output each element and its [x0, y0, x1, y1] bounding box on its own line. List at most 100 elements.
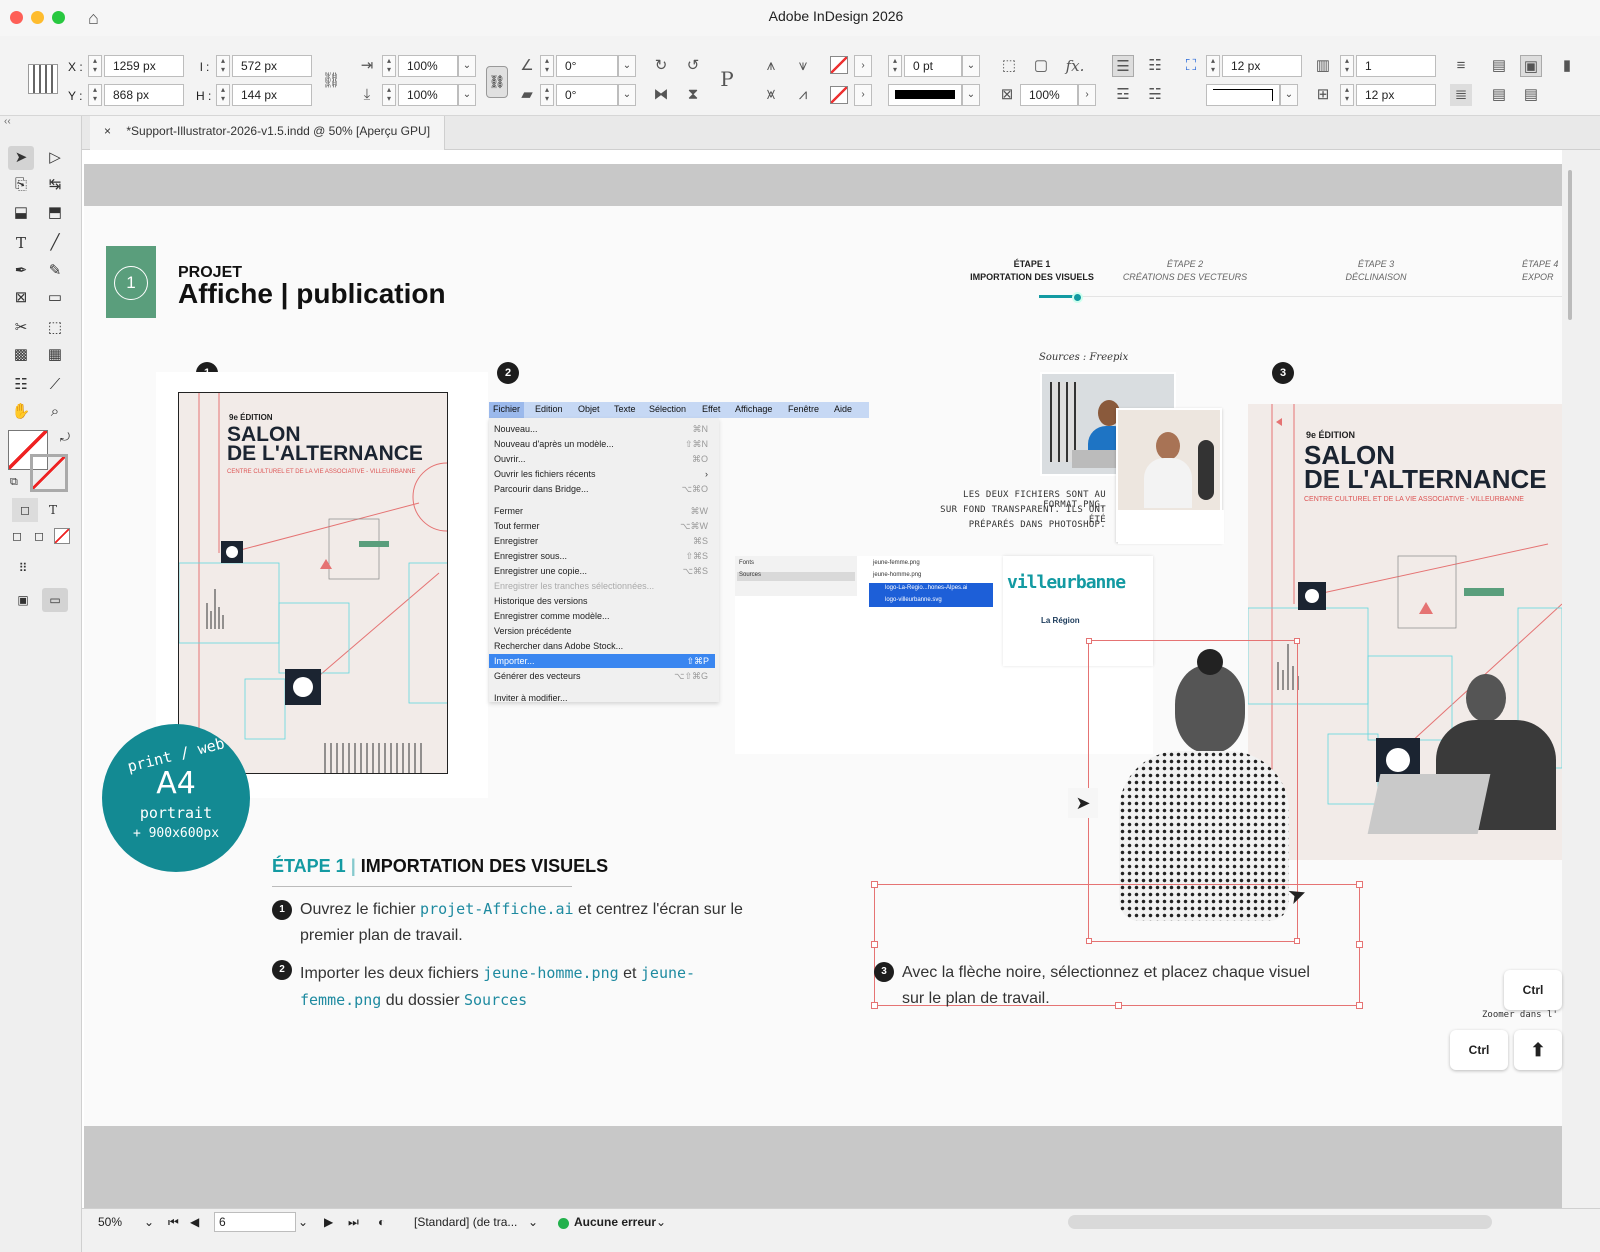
- shear-field[interactable]: 0°: [556, 84, 618, 106]
- default-colors-icon[interactable]: ⧉: [10, 476, 18, 489]
- fill-swatch-icon[interactable]: [830, 56, 848, 74]
- shear-dropdown[interactable]: ⌄: [618, 84, 636, 106]
- text-wrap-bbox-icon[interactable]: ☷: [1144, 55, 1166, 77]
- gutter-spinner[interactable]: ▴ ▾: [1340, 84, 1354, 106]
- apply-none-icon[interactable]: [54, 528, 70, 544]
- preflight-profile[interactable]: [Standard] (de tra...: [414, 1212, 517, 1232]
- pen-tool-icon[interactable]: ✒: [8, 259, 34, 283]
- x-field[interactable]: 1259 px: [104, 55, 184, 77]
- y-spinner[interactable]: ▴ ▾: [88, 84, 102, 106]
- corner-shape-field[interactable]: [1206, 84, 1280, 106]
- stroke-weight-field[interactable]: 0 pt: [904, 55, 962, 77]
- drop-shadow-icon[interactable]: ▢: [1030, 55, 1052, 77]
- effects-fx-icon[interactable]: fx.: [1064, 55, 1086, 77]
- rotate-ccw-icon[interactable]: ↺: [682, 55, 704, 77]
- constrain-scale-icon[interactable]: ⛓: [486, 66, 508, 98]
- free-transform-tool-icon[interactable]: ⬚: [42, 316, 68, 340]
- select-previous-icon[interactable]: ⩛: [792, 55, 814, 77]
- document-tab[interactable]: × *Support-Illustrator-2026-v1.5.indd @ …: [90, 116, 446, 150]
- horizontal-scrollbar[interactable]: [1068, 1215, 1492, 1229]
- hand-tool-icon[interactable]: ✋: [8, 400, 34, 424]
- vertical-scrollbar[interactable]: [1562, 150, 1600, 1208]
- shear-spinner[interactable]: ▴ ▾: [540, 84, 554, 106]
- frame-fitting-icon[interactable]: ⬚: [998, 55, 1020, 77]
- text-wrap-none-icon[interactable]: ☰: [1112, 55, 1134, 77]
- scale-x-dropdown[interactable]: ⌄: [458, 55, 476, 77]
- gradient-feather-tool-icon[interactable]: ▦: [42, 343, 68, 367]
- type-tool-icon[interactable]: T: [8, 231, 34, 255]
- stroke-weight-dropdown[interactable]: ⌄: [962, 55, 980, 77]
- scissors-tool-icon[interactable]: ✂: [8, 316, 34, 340]
- swap-colors-icon[interactable]: ⤾: [60, 430, 70, 445]
- align-bottom-icon[interactable]: ▤: [1488, 84, 1510, 106]
- angle-field[interactable]: 0°: [556, 55, 618, 77]
- error-status[interactable]: Aucune erreur: [574, 1212, 656, 1232]
- gap1-field[interactable]: 12 px: [1222, 55, 1302, 77]
- vertical-justify-icon[interactable]: ≣: [1450, 84, 1472, 106]
- height-spinner[interactable]: ▴ ▾: [216, 84, 230, 106]
- height-field[interactable]: 144 px: [232, 84, 312, 106]
- eyedropper-tool-icon[interactable]: ⟋: [42, 373, 68, 397]
- align-center-icon[interactable]: ▣: [1520, 55, 1542, 77]
- preflight-icon[interactable]: ◐: [378, 1212, 385, 1232]
- select-next-icon[interactable]: ⩘: [792, 84, 814, 106]
- normal-mode-icon[interactable]: ▣: [10, 588, 36, 612]
- poster-left[interactable]: 9e ÉDITION SALON DE L'ALTERNANCE CENTRE …: [178, 392, 448, 774]
- align-top-icon[interactable]: ▤: [1488, 55, 1510, 77]
- align-justify-vertical-icon[interactable]: ▤: [1520, 84, 1542, 106]
- note-tool-icon[interactable]: ☷: [8, 373, 34, 397]
- gradient-swatch-tool-icon[interactable]: ▩: [8, 343, 34, 367]
- reference-point-icon[interactable]: [28, 64, 58, 94]
- rectangle-tool-icon[interactable]: ▭: [42, 286, 68, 310]
- formatting-container-icon[interactable]: ◻: [12, 498, 38, 522]
- close-tab-icon[interactable]: ×: [104, 124, 111, 138]
- scale-x-spinner[interactable]: ▴ ▾: [382, 55, 396, 77]
- stroke-swatch-icon[interactable]: [830, 86, 848, 104]
- scale-x-field[interactable]: 100%: [398, 55, 458, 77]
- fill-dropdown[interactable]: ›: [854, 55, 872, 77]
- stroke-type-field[interactable]: [888, 84, 962, 106]
- error-dropdown-icon[interactable]: ⌄: [656, 1212, 666, 1232]
- scale-y-spinner[interactable]: ▴ ▾: [382, 84, 396, 106]
- page-number-field[interactable]: 6: [214, 1212, 296, 1232]
- text-wrap-shape-icon[interactable]: ☲: [1112, 84, 1134, 106]
- gap1-spinner[interactable]: ▴ ▾: [1206, 55, 1220, 77]
- scale-y-dropdown[interactable]: ⌄: [458, 84, 476, 106]
- profile-dropdown-icon[interactable]: ⌄: [528, 1212, 538, 1232]
- pencil-tool-icon[interactable]: ✎: [42, 259, 68, 283]
- last-page-icon[interactable]: ⏭: [348, 1212, 359, 1232]
- y-field[interactable]: 868 px: [104, 84, 184, 106]
- link-proportions-icon[interactable]: ⛓: [320, 70, 342, 92]
- opacity-dropdown[interactable]: ›: [1078, 84, 1096, 106]
- reference-point-p-icon[interactable]: P: [716, 68, 738, 90]
- flip-horizontal-icon[interactable]: ⧓: [650, 84, 672, 106]
- preview-mode-icon[interactable]: ▭: [42, 588, 68, 612]
- stroke-dropdown[interactable]: ›: [854, 84, 872, 106]
- align-justify-icon[interactable]: ≡: [1450, 55, 1472, 77]
- width-spinner[interactable]: ▴ ▾: [216, 55, 230, 77]
- auto-fit-icon[interactable]: ⛶: [1180, 55, 1202, 77]
- angle-spinner[interactable]: ▴ ▾: [540, 55, 554, 77]
- scale-y-field[interactable]: 100%: [398, 84, 458, 106]
- opacity-field[interactable]: 100%: [1020, 84, 1078, 106]
- content-placer-icon[interactable]: ⬒: [42, 201, 68, 225]
- stroke-type-dropdown[interactable]: ⌄: [962, 84, 980, 106]
- formatting-text-icon[interactable]: T: [40, 498, 66, 522]
- direct-selection-tool-icon[interactable]: ▷: [42, 146, 68, 170]
- gutter-field[interactable]: 12 px: [1356, 84, 1436, 106]
- zoom-tool-icon[interactable]: ⌕: [42, 400, 68, 424]
- collapse-panel-icon[interactable]: ‹‹: [4, 116, 11, 127]
- page-tool-icon[interactable]: ⎘: [8, 173, 34, 197]
- content-collector-icon[interactable]: ⬓: [8, 201, 34, 225]
- rectangle-frame-tool-icon[interactable]: ⊠: [8, 286, 34, 310]
- previous-page-icon[interactable]: ◀: [190, 1212, 199, 1232]
- apply-gradient-icon[interactable]: ◻: [26, 524, 52, 548]
- columns-field[interactable]: 1: [1356, 55, 1436, 77]
- line-tool-icon[interactable]: ╱: [42, 231, 68, 255]
- next-page-icon[interactable]: ▶: [324, 1212, 333, 1232]
- width-field[interactable]: 572 px: [232, 55, 312, 77]
- page-dropdown-icon[interactable]: ⌄: [298, 1212, 308, 1232]
- gap-tool-icon[interactable]: ↹: [42, 173, 68, 197]
- text-wrap-jump-icon[interactable]: ☵: [1144, 84, 1166, 106]
- columns-spinner[interactable]: ▴ ▾: [1340, 55, 1354, 77]
